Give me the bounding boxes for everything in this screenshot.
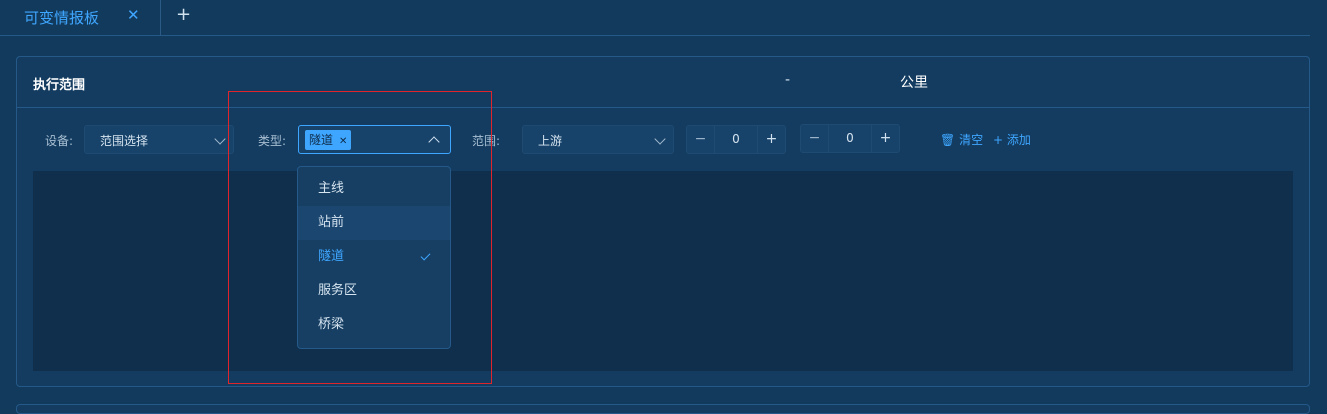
range-select-value: 上游 xyxy=(538,134,563,148)
tab-bar: 可变情报板 ✕ + xyxy=(0,0,1310,36)
chevron-down-icon xyxy=(654,133,666,145)
panel-header: 执行范围 xyxy=(17,57,1309,108)
chevron-down-icon xyxy=(214,133,226,145)
plus-icon[interactable]: + xyxy=(176,4,191,25)
increment-button[interactable]: + xyxy=(757,126,785,153)
trash-icon: 🗑 xyxy=(940,133,956,147)
range-from-value[interactable]: 0 xyxy=(715,132,757,146)
highlight-box xyxy=(228,91,492,384)
range-to-stepper[interactable]: − 0 + xyxy=(800,124,900,153)
unit-label: 公里 xyxy=(900,75,928,91)
clear-button[interactable]: 🗑 清空 xyxy=(940,131,983,148)
next-panel xyxy=(16,404,1310,414)
range-select[interactable]: 上游 xyxy=(522,125,674,154)
add-button-label: 添加 xyxy=(1006,133,1031,147)
device-select[interactable]: 范围选择 xyxy=(84,125,234,154)
range-separator: - xyxy=(785,72,791,88)
device-select-value: 范围选择 xyxy=(100,134,149,148)
results-area xyxy=(33,171,1293,371)
close-icon[interactable]: ✕ xyxy=(127,6,140,24)
decrement-button[interactable]: − xyxy=(801,125,829,152)
range-from-stepper[interactable]: − 0 + xyxy=(686,125,786,154)
device-label: 设备: xyxy=(45,134,74,148)
range-to-value[interactable]: 0 xyxy=(829,131,871,145)
tab-variable-message-board[interactable]: 可变情报板 ✕ xyxy=(0,0,161,36)
tab-title: 可变情报板 xyxy=(24,9,100,27)
clear-button-label: 清空 xyxy=(959,133,984,147)
increment-button[interactable]: + xyxy=(871,125,899,152)
panel-title: 执行范围 xyxy=(33,78,86,93)
decrement-button[interactable]: − xyxy=(687,126,715,153)
add-button[interactable]: + 添加 xyxy=(993,131,1031,148)
plus-icon: + xyxy=(993,133,1004,147)
